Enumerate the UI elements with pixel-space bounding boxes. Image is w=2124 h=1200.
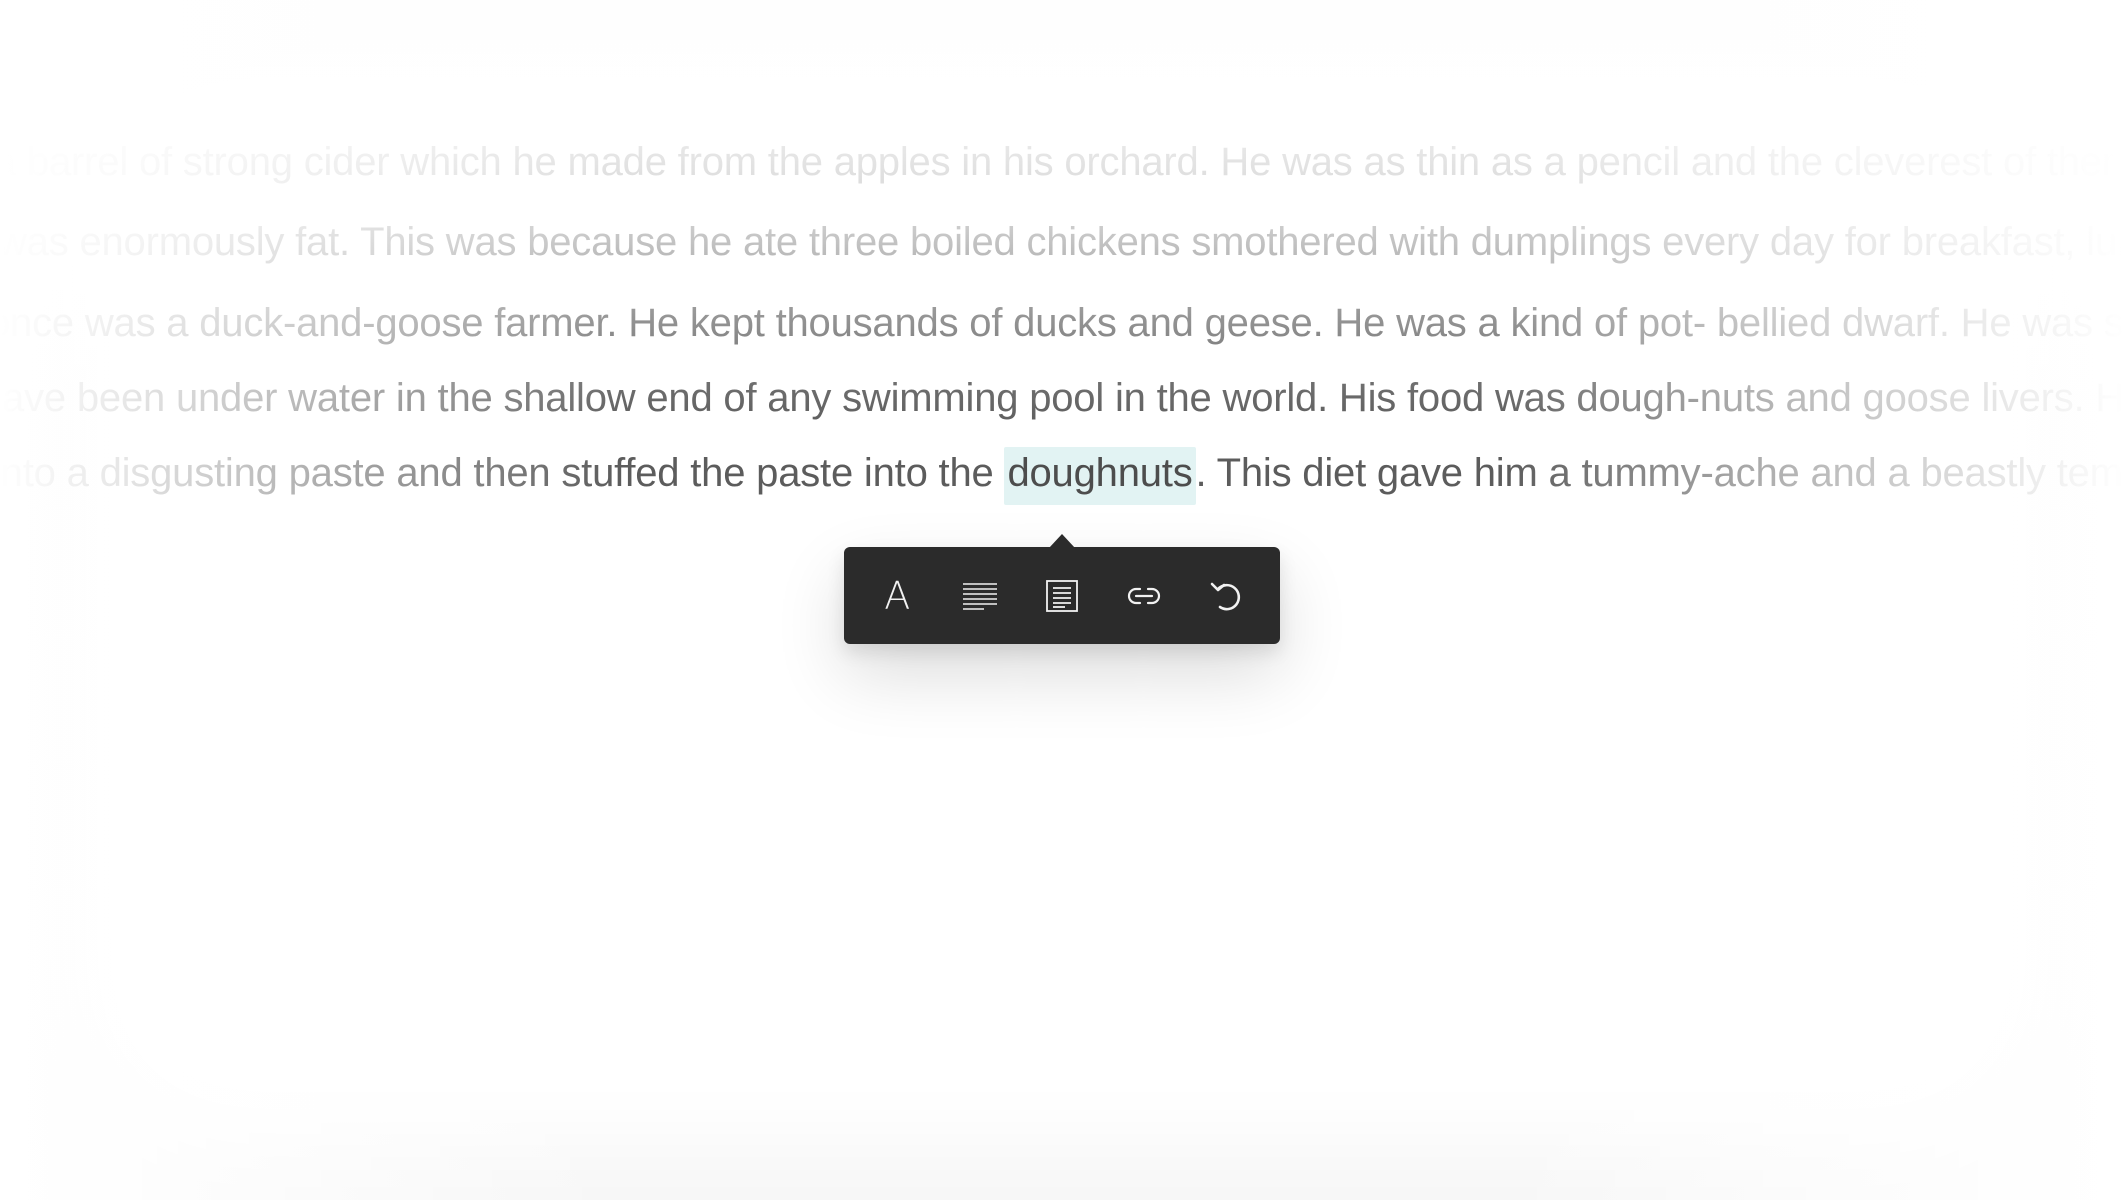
font-icon: A	[884, 573, 911, 618]
text-line-5-start: into a disgusting paste and then stuffed…	[0, 451, 1005, 495]
text-column-button[interactable]	[1029, 563, 1095, 629]
toolbar-caret	[1049, 534, 1075, 548]
link-icon	[1128, 587, 1161, 604]
text-line-2: was enormously fat. This was because he …	[0, 220, 2124, 264]
selection-toolbar: A	[844, 534, 1280, 644]
reader-view: a barrel of strong cider which he made f…	[0, 0, 2124, 1200]
text-line-3: once was a duck-and-goose farmer. He kep…	[0, 301, 2124, 345]
undo-icon	[1210, 582, 1240, 610]
selected-word-highlight[interactable]: doughnuts	[1004, 447, 1196, 505]
text-line-5[interactable]: into a disgusting paste and then stuffed…	[0, 447, 2124, 505]
text-width-icon	[962, 582, 997, 610]
font-button[interactable]: A	[864, 563, 930, 629]
text-width-button[interactable]	[947, 563, 1013, 629]
text-column-icon	[1046, 579, 1078, 612]
text-line-5-end: . This diet gave him a tummy-ache and a …	[1195, 451, 2124, 495]
link-button[interactable]	[1111, 563, 1177, 629]
text-line-1: a barrel of strong cider which he made f…	[0, 140, 2124, 184]
text-line-4: have been under water in the shallow end…	[0, 376, 2124, 420]
undo-button[interactable]	[1194, 563, 1260, 629]
